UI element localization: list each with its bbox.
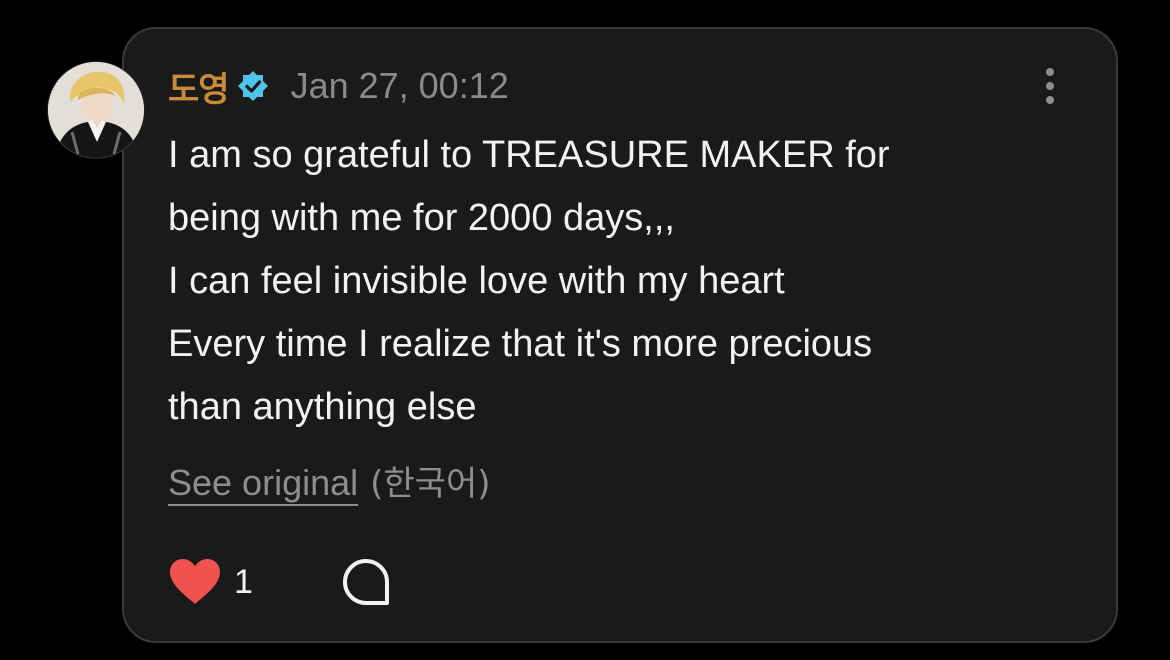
post-body: I am so grateful to TREASURE MAKER for b… — [168, 124, 1068, 439]
post-body-line: than anything else — [168, 386, 477, 428]
more-options-button[interactable] — [1040, 66, 1060, 106]
heart-icon — [170, 559, 220, 604]
comment-bubble-icon — [342, 559, 389, 605]
post-body-line: being with me for 2000 days,,, — [168, 197, 675, 239]
post-header: 도영 Jan 27, 00:12 — [168, 62, 509, 110]
more-vertical-icon — [1046, 68, 1054, 104]
original-language-label: (한국어) — [370, 464, 491, 504]
post-body-line: I am so grateful to TREASURE MAKER for — [168, 134, 890, 176]
like-button[interactable]: 1 — [168, 558, 253, 606]
avatar-photo — [48, 62, 144, 158]
post-body-line: Every time I realize that it's more prec… — [168, 323, 873, 365]
verified-badge-icon — [237, 70, 269, 102]
translation-note: See original (한국어) — [168, 456, 491, 505]
post-actions: 1 — [168, 556, 391, 608]
post-timestamp: Jan 27, 00:12 — [290, 65, 509, 106]
post-body-line: I can feel invisible love with my heart — [168, 260, 785, 302]
see-original-link[interactable]: See original — [168, 462, 358, 504]
avatar[interactable] — [48, 62, 144, 158]
like-count: 1 — [234, 562, 253, 601]
comment-button[interactable] — [341, 557, 391, 607]
author-name[interactable]: 도영 — [168, 62, 230, 111]
